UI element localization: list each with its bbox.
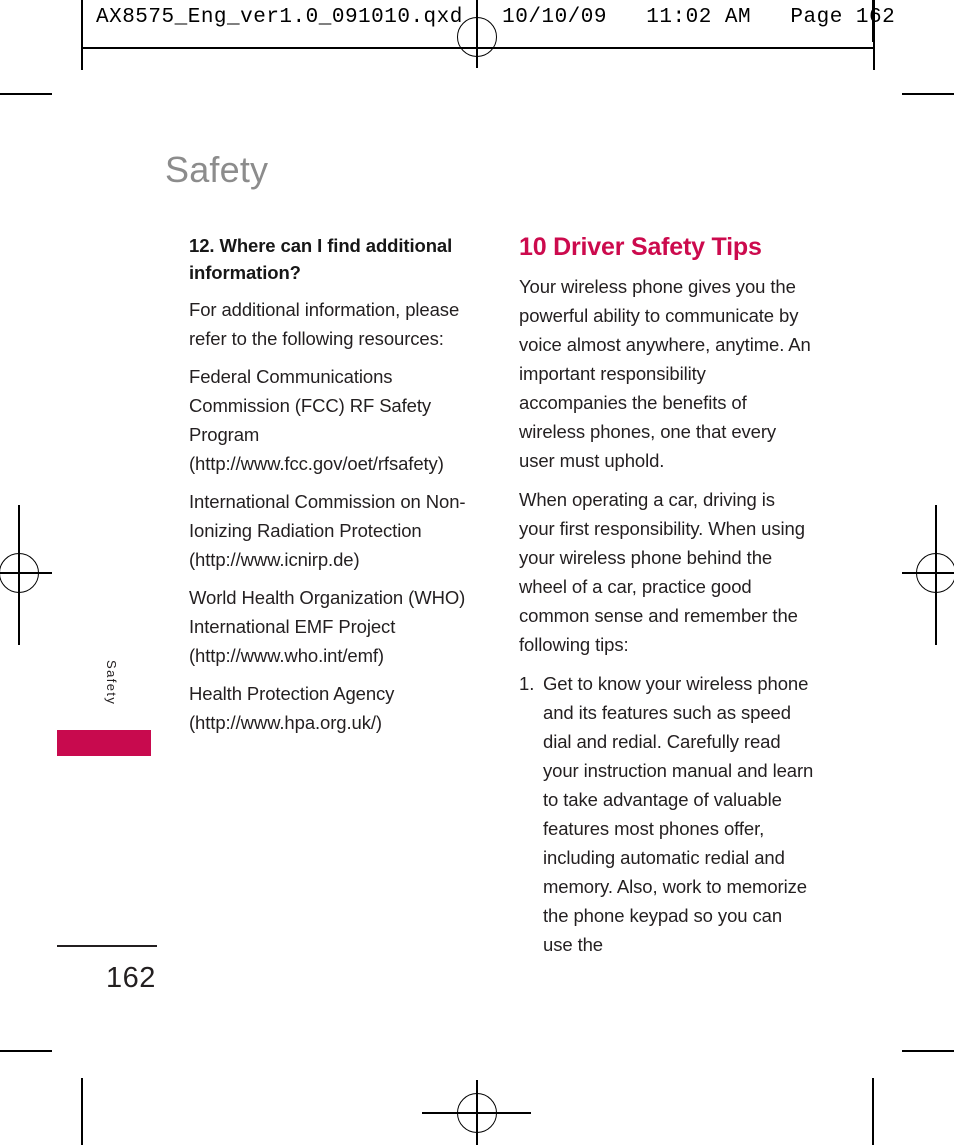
- folio-rule: [57, 945, 157, 947]
- resource-icnirp: International Commission on Non-Ionizing…: [189, 491, 466, 570]
- registration-ring: [457, 1093, 497, 1133]
- slug-rule-right: [477, 47, 873, 49]
- list-item-text: Get to know your wireless phone and its …: [543, 673, 814, 955]
- slug-rule-left: [82, 47, 477, 49]
- crop-mark-bottom-right-horizontal: [902, 1050, 954, 1052]
- crop-mark-bottom-right-tick: [872, 1078, 874, 1145]
- right-paragraph-2: When operating a car, driving is your fi…: [519, 489, 805, 655]
- document-page: AX8575_Eng_ver1.0_091010.qxd 10/10/09 11…: [0, 0, 954, 1145]
- list-item: 1. Get to know your wireless phone and i…: [519, 669, 814, 959]
- right-column: 10 Driver Safety Tips Your wireless phon…: [519, 232, 814, 969]
- crop-mark-top-left-tick: [81, 0, 83, 42]
- registration-mark-left-center: [0, 550, 42, 596]
- registration-mark-bottom-center: [454, 1090, 500, 1136]
- crop-mark-bottom-left-tick: [81, 1078, 83, 1145]
- page-number: 162: [106, 962, 156, 994]
- left-column: 12. Where can I find additional informat…: [189, 232, 484, 746]
- resource-fcc: Federal Communications Commission (FCC) …: [189, 366, 444, 474]
- list-item-number: 1.: [519, 673, 535, 694]
- driver-safety-tips-list: 1. Get to know your wireless phone and i…: [519, 669, 814, 959]
- faq-question-heading: 12. Where can I find additional informat…: [189, 235, 453, 283]
- registration-top-center-vertical: [476, 0, 478, 68]
- resource-who: World Health Organization (WHO) Internat…: [189, 587, 466, 666]
- section-heading-driver-safety-tips: 10 Driver Safety Tips: [519, 233, 762, 261]
- registration-ring: [916, 553, 954, 593]
- right-paragraph-1: Your wireless phone gives you the powerf…: [519, 276, 811, 471]
- left-paragraph-intro: For additional information, please refer…: [189, 299, 460, 349]
- crop-mark-top-right-horizontal: [902, 93, 954, 95]
- side-tab-bar: [57, 730, 151, 756]
- resource-hpa: Health Protection Agency (http://www.hpa…: [189, 683, 395, 733]
- crop-mark-top-left-horizontal: [0, 93, 52, 95]
- registration-ring: [0, 553, 39, 593]
- crop-mark-top-right-tick: [872, 0, 874, 42]
- registration-mark-right-center: [913, 550, 954, 596]
- side-tab-label: Safety: [104, 660, 119, 706]
- page-title: Safety: [165, 149, 269, 190]
- crop-mark-bottom-left-horizontal: [0, 1050, 52, 1052]
